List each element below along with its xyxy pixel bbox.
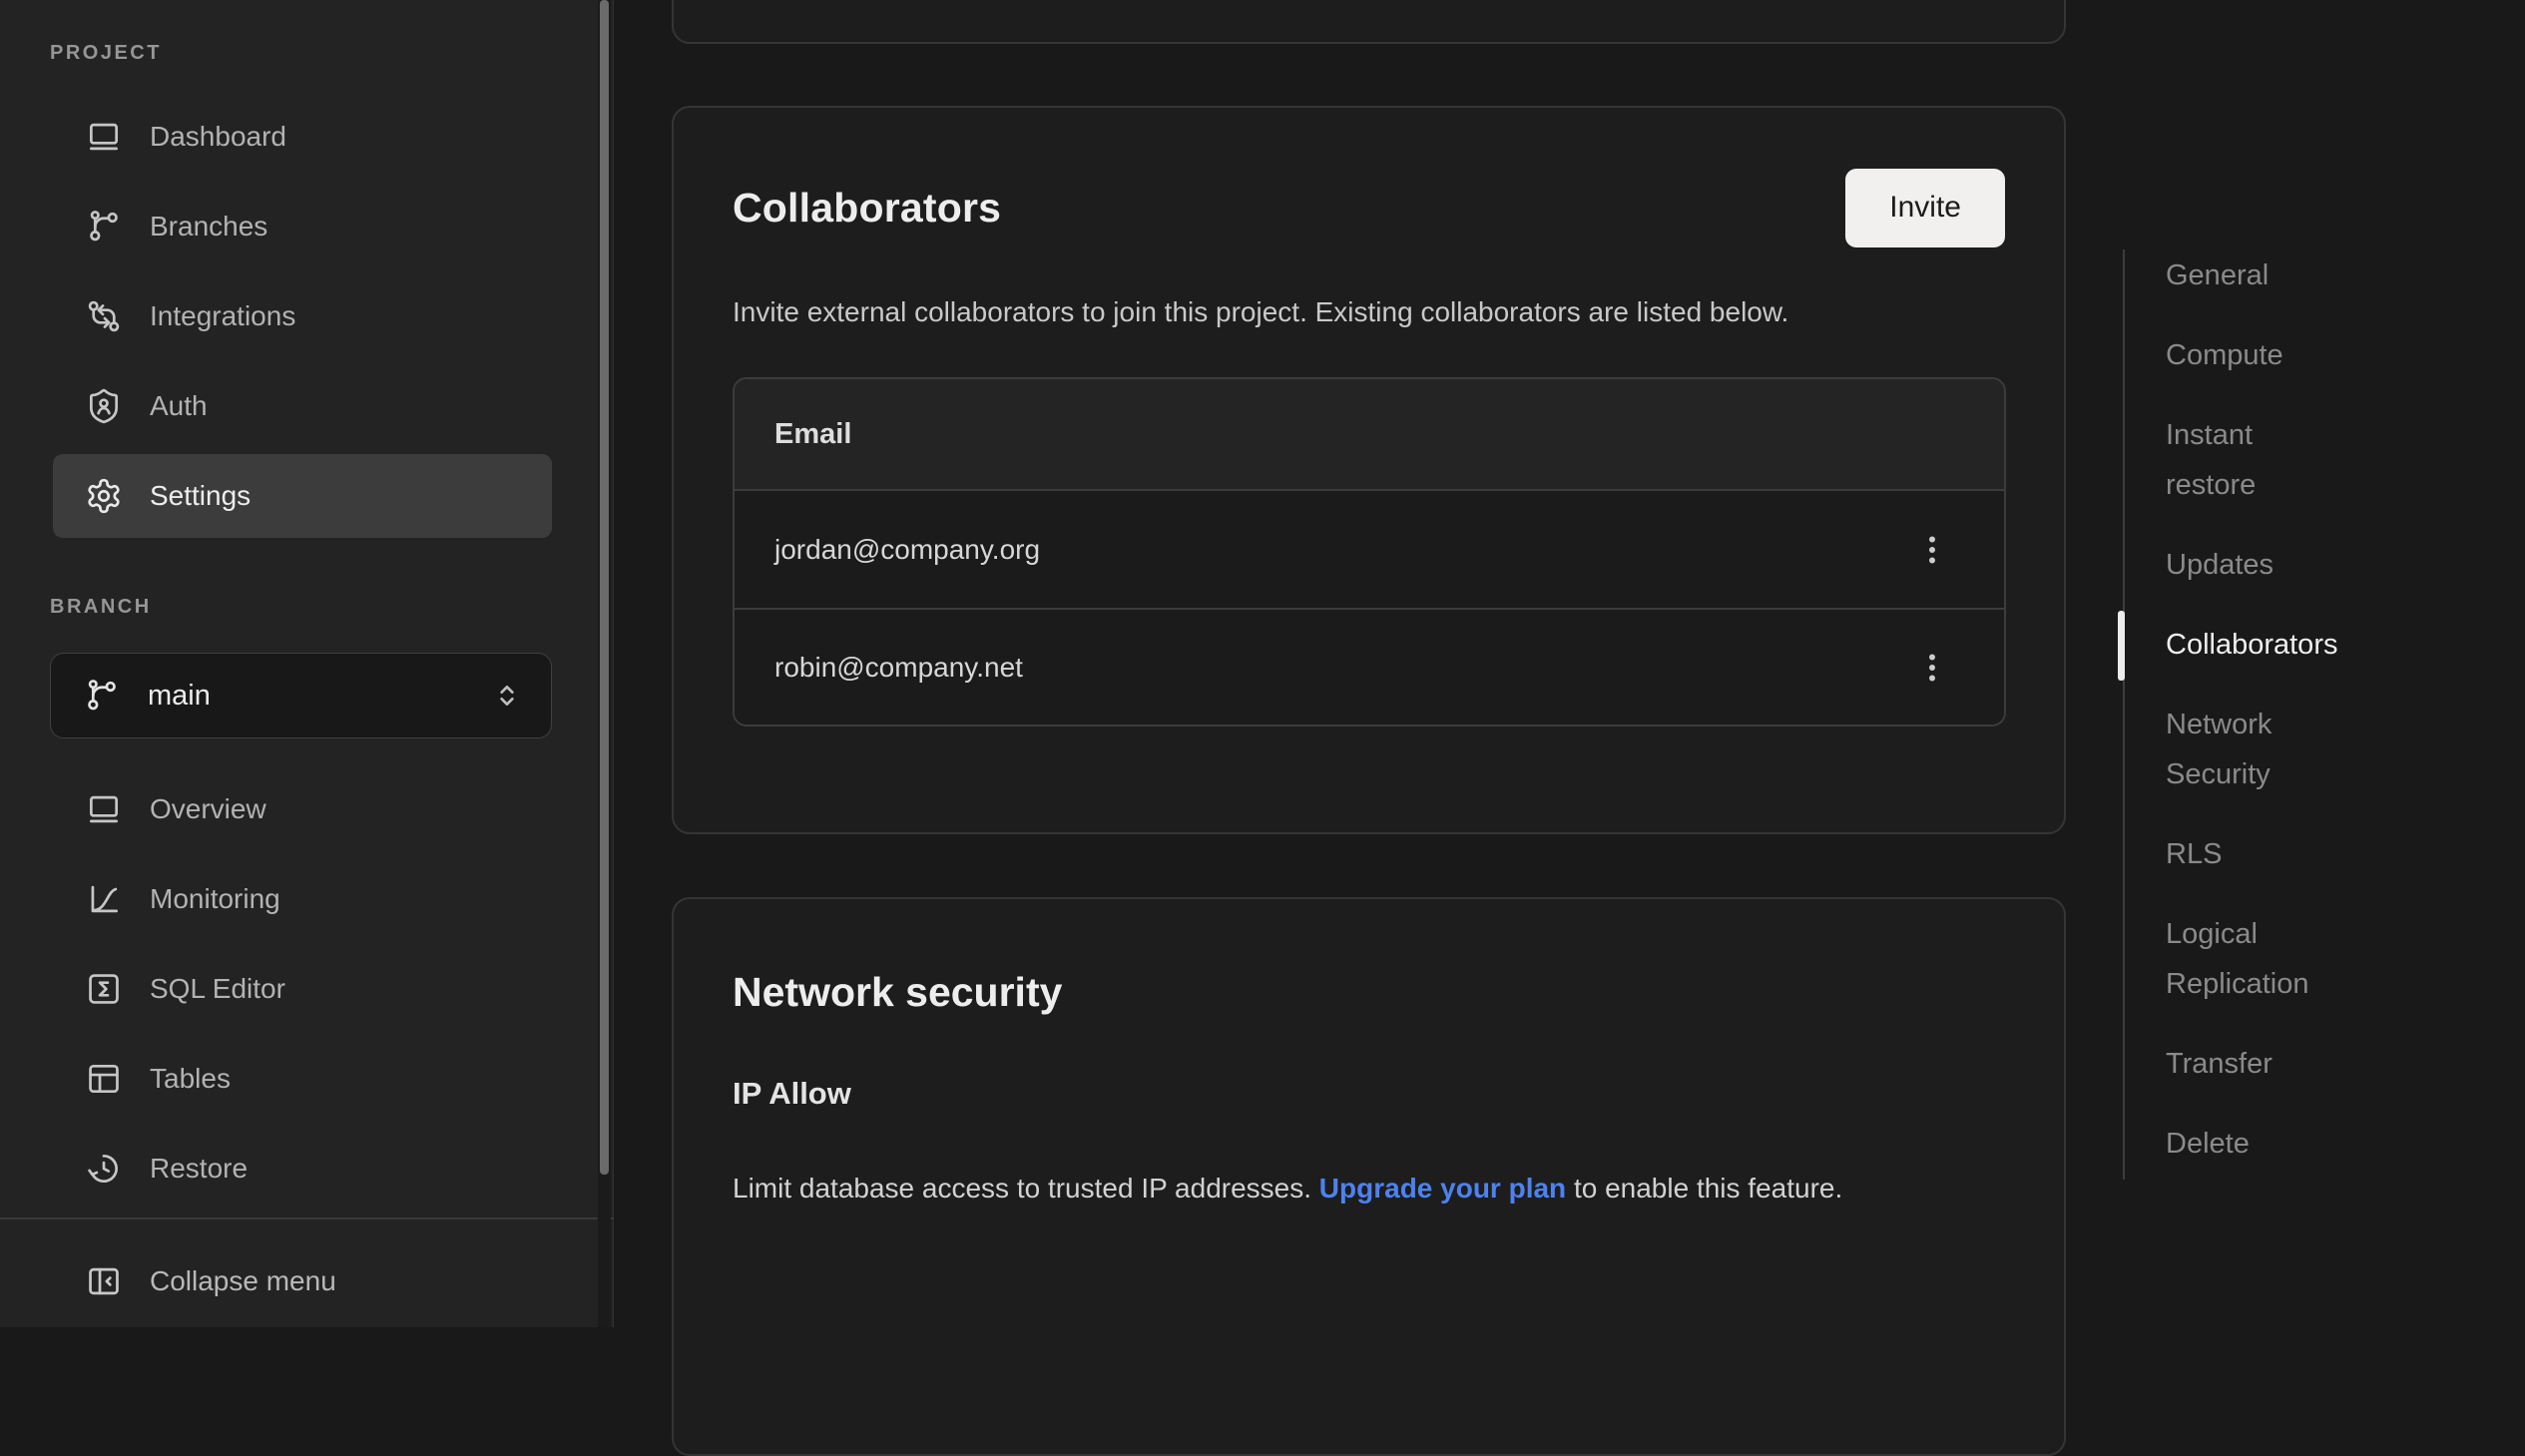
invite-button[interactable]: Invite — [1845, 169, 2005, 247]
ip-allow-text-before: Limit database access to trusted IP addr… — [733, 1173, 1319, 1204]
collaborators-card-header: Collaborators Invite — [733, 168, 2005, 247]
kebab-menu-icon — [1914, 650, 1950, 686]
sidebar-item-label: SQL Editor — [150, 973, 285, 1005]
overview-icon — [85, 790, 123, 828]
collaborators-card: Collaborators Invite Invite external col… — [672, 106, 2066, 834]
git-branch-icon — [85, 208, 123, 245]
panel-collapse-icon — [85, 1262, 123, 1300]
sidebar-item-label: Integrations — [150, 300, 295, 332]
table-row: jordan@company.org — [735, 491, 2004, 608]
section-nav-item-delete[interactable]: Delete — [2166, 1104, 2405, 1184]
settings-section-nav: General Compute Instant restore Updates … — [2166, 236, 2405, 1184]
sidebar-item-restore[interactable]: Restore — [53, 1127, 552, 1211]
integrations-icon — [85, 297, 123, 335]
section-nav-item-logical-replication[interactable]: Logical Replication — [2166, 894, 2405, 1024]
tables-icon — [85, 1060, 123, 1098]
collaborator-email: robin@company.net — [774, 652, 1023, 684]
network-security-card: Network security IP Allow Limit database… — [672, 897, 2066, 1456]
sidebar: PROJECT Dashboard Branches Integrations … — [0, 0, 614, 1327]
sidebar-item-integrations[interactable]: Integrations — [53, 274, 552, 358]
sidebar-scrollbar-thumb[interactable] — [600, 0, 609, 1175]
row-actions-button[interactable] — [1908, 526, 1956, 574]
sidebar-item-label: Restore — [150, 1153, 248, 1185]
section-nav-item-rls[interactable]: RLS — [2166, 814, 2405, 894]
sidebar-item-dashboard[interactable]: Dashboard — [53, 95, 552, 179]
section-nav-item-instant-restore[interactable]: Instant restore — [2166, 395, 2405, 525]
dashboard-icon — [85, 118, 123, 156]
branch-select[interactable]: main — [50, 653, 552, 738]
branch-select-value: main — [148, 680, 491, 713]
upgrade-plan-link[interactable]: Upgrade your plan — [1319, 1173, 1566, 1204]
sidebar-divider — [0, 1217, 614, 1219]
sidebar-item-sql-editor[interactable]: SQL Editor — [53, 947, 552, 1031]
git-branch-icon — [83, 677, 121, 715]
section-nav-item-compute[interactable]: Compute — [2166, 315, 2405, 395]
sidebar-item-label: Overview — [150, 793, 266, 825]
sidebar-item-label: Branches — [150, 211, 267, 243]
sidebar-item-tables[interactable]: Tables — [53, 1037, 552, 1121]
sidebar-item-label: Settings — [150, 480, 251, 512]
sidebar-item-overview[interactable]: Overview — [53, 767, 552, 851]
gear-icon — [85, 477, 123, 515]
sidebar-scrollbar[interactable] — [598, 0, 611, 1327]
sidebar-section-label-branch: BRANCH — [50, 596, 152, 619]
sidebar-item-label: Auth — [150, 390, 208, 422]
sidebar-item-auth[interactable]: Auth — [53, 364, 552, 448]
row-actions-button[interactable] — [1908, 644, 1956, 692]
chevrons-up-down-icon — [491, 680, 523, 712]
section-nav-item-network-security[interactable]: Network Security — [2166, 685, 2405, 814]
previous-card-partial — [672, 0, 2066, 44]
section-nav-border — [2123, 249, 2125, 1180]
restore-history-icon — [85, 1150, 123, 1188]
section-nav-item-general[interactable]: General — [2166, 236, 2405, 315]
sidebar-item-label: Tables — [150, 1063, 231, 1095]
collapse-menu-label: Collapse menu — [150, 1265, 336, 1297]
sql-editor-icon — [85, 970, 123, 1008]
sidebar-item-monitoring[interactable]: Monitoring — [53, 857, 552, 941]
sidebar-item-label: Monitoring — [150, 883, 280, 915]
sidebar-item-label: Dashboard — [150, 121, 286, 153]
table-header-email: Email — [735, 379, 2004, 491]
sidebar-item-settings[interactable]: Settings — [53, 454, 552, 538]
section-nav-item-collaborators[interactable]: Collaborators — [2166, 605, 2405, 685]
section-nav-item-updates[interactable]: Updates — [2166, 525, 2405, 605]
auth-shield-user-icon — [85, 387, 123, 425]
sidebar-item-branches[interactable]: Branches — [53, 185, 552, 268]
collaborators-title: Collaborators — [733, 185, 1001, 232]
collaborators-description: Invite external collaborators to join th… — [733, 287, 1965, 337]
monitoring-chart-icon — [85, 880, 123, 918]
section-nav-item-transfer[interactable]: Transfer — [2166, 1024, 2405, 1104]
ip-allow-description: Limit database access to trusted IP addr… — [733, 1164, 2005, 1213]
collaborator-email: jordan@company.org — [774, 534, 1040, 566]
network-security-title: Network security — [733, 899, 2005, 1016]
table-row: robin@company.net — [735, 608, 2004, 725]
active-section-indicator — [2118, 611, 2125, 681]
ip-allow-text-after: to enable this feature. — [1566, 1173, 1842, 1204]
collapse-menu-button[interactable]: Collapse menu — [53, 1239, 552, 1323]
collaborators-table: Email jordan@company.org robin@company.n… — [733, 377, 2006, 727]
ip-allow-subtitle: IP Allow — [733, 1076, 2005, 1112]
sidebar-section-label-project: PROJECT — [50, 42, 162, 65]
kebab-menu-icon — [1914, 532, 1950, 568]
